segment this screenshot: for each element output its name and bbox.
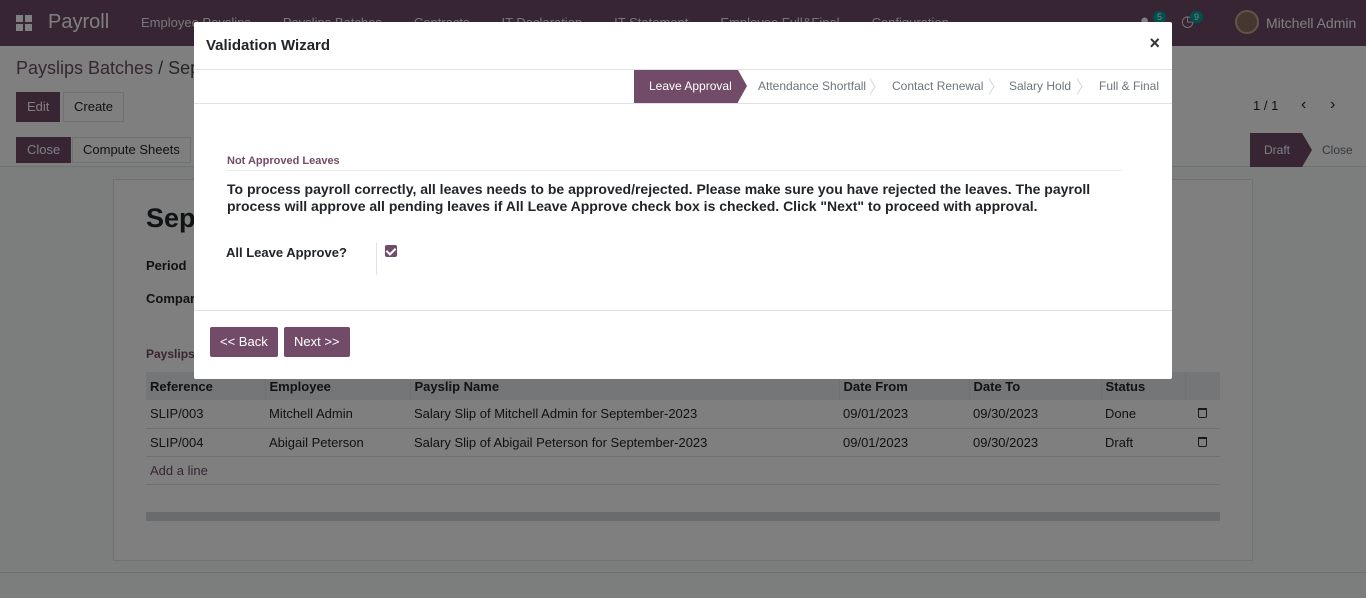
step-separator [1077,70,1087,103]
step-attendance-shortfall: Attendance Shortfall [758,79,867,93]
modal-footer: << Back Next >> [194,310,1172,379]
back-button[interactable]: << Back [210,327,278,357]
modal-title: Validation Wizard [206,37,331,54]
step-separator [989,70,999,103]
wizard-message: To process payroll correctly, all leaves… [227,181,1091,214]
modal-header: Validation Wizard × [194,22,1172,70]
all-leave-approve-checkbox[interactable] [385,245,397,257]
next-button[interactable]: Next >> [284,327,350,357]
step-full-final: Full & Final [1099,79,1160,93]
all-leave-approve-label: All Leave Approve? [226,245,347,260]
step-leave-approval: Leave Approval [634,70,738,103]
section-title: Not Approved Leaves [227,155,340,167]
step-salary-hold: Salary Hold [1009,79,1072,93]
field-divider [376,243,377,275]
wizard-steps: Leave Approval Attendance Shortfall Cont… [194,70,1172,104]
step-separator [870,70,880,103]
step-active-arrow [738,70,747,102]
close-icon[interactable]: × [1149,33,1160,54]
section-divider [227,170,1122,171]
validation-wizard-dialog: Validation Wizard × Leave Approval Atten… [194,22,1172,379]
step-contact-renewal: Contact Renewal [892,79,984,93]
